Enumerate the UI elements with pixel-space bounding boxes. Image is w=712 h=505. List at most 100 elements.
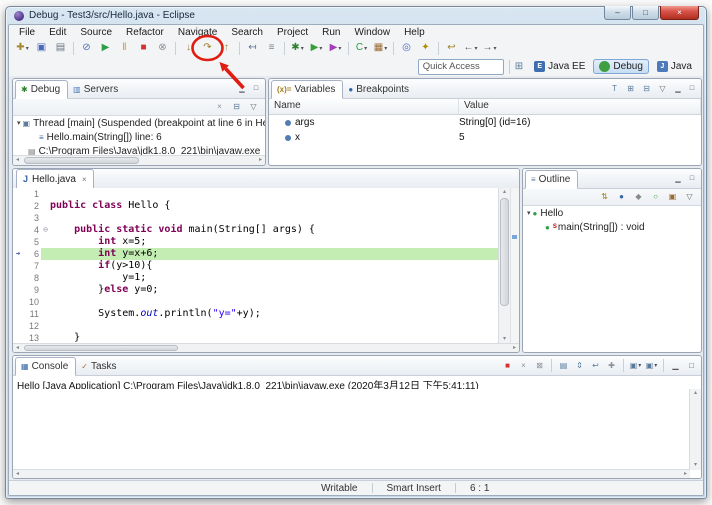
console-vscrollbar[interactable]: ▴ ▾	[689, 389, 701, 470]
tab-breakpoints[interactable]: ●Breakpoints	[343, 81, 416, 98]
maximize-button[interactable]: □	[632, 6, 659, 20]
disconnect-icon[interactable]: ⊗	[153, 40, 172, 56]
tab-servers[interactable]: ▥Servers	[68, 81, 125, 98]
marker-bar[interactable]: ➔	[13, 248, 23, 260]
code-line-8[interactable]: 8 y=1;	[13, 272, 498, 284]
marker-bar[interactable]	[13, 188, 23, 200]
tab-console[interactable]: ▦Console	[15, 357, 76, 376]
minimize-view-icon[interactable]: ▁	[668, 360, 683, 372]
new-wizard-icon[interactable]: ✚▾	[13, 40, 32, 56]
code-line-6[interactable]: ➔6 int y=x+6;	[13, 248, 498, 260]
marker-bar[interactable]	[13, 296, 23, 308]
scroll-right-icon[interactable]: ▸	[256, 156, 265, 165]
code-line-12[interactable]: 12	[13, 320, 498, 332]
maximize-view-icon[interactable]: □	[250, 83, 262, 94]
code-line-10[interactable]: 10	[13, 296, 498, 308]
overview-ruler[interactable]	[510, 188, 519, 344]
minimize-view-icon[interactable]: ▁	[236, 83, 248, 94]
code-line-4[interactable]: 4⊖ public static void main(String[] args…	[13, 224, 498, 236]
remove-all-launches-icon[interactable]: ⊠	[532, 360, 547, 372]
perspective-java-ee[interactable]: EJava EE	[528, 59, 591, 74]
scroll-lock-icon[interactable]: ⇕	[572, 360, 587, 372]
open-perspective-icon[interactable]: ⊞	[515, 61, 523, 72]
remove-all-terminated-icon[interactable]: ×	[212, 101, 227, 113]
marker-bar[interactable]	[13, 200, 23, 212]
clear-console-icon[interactable]: ▤	[556, 360, 571, 372]
code-line-2[interactable]: 2public class Hello {	[13, 200, 498, 212]
minimize-button[interactable]: –	[604, 6, 631, 20]
maximize-view-icon[interactable]: □	[686, 173, 698, 184]
scroll-down-icon[interactable]: ▾	[690, 461, 701, 470]
java-search-icon[interactable]: ✦	[416, 40, 435, 56]
new-java-package-icon[interactable]: ▦▾	[371, 40, 390, 56]
code-line-9[interactable]: 9 }else y=0;	[13, 284, 498, 296]
step-into-icon[interactable]: ↓	[179, 40, 198, 56]
code-area[interactable]: 12public class Hello {34⊖ public static …	[13, 188, 498, 344]
back-icon[interactable]: ←▾	[461, 40, 480, 56]
tab-outline[interactable]: ≡Outline	[525, 170, 578, 189]
scroll-up-icon[interactable]: ▴	[690, 389, 701, 398]
menu-refactor[interactable]: Refactor	[119, 26, 171, 39]
marker-bar[interactable]	[13, 224, 23, 236]
word-wrap-icon[interactable]: ↩	[588, 360, 603, 372]
quick-access-input[interactable]: Quick Access	[418, 59, 504, 75]
tab-tasks[interactable]: ✓Tasks	[76, 358, 123, 375]
scrollbar-thumb[interactable]	[500, 198, 509, 306]
hide-fields-icon[interactable]: ●	[614, 191, 629, 203]
step-over-icon[interactable]: ↷	[198, 40, 217, 56]
editor-vscrollbar[interactable]: ▴ ▾	[498, 188, 510, 344]
menu-run[interactable]: Run	[315, 26, 347, 39]
display-selected-console-icon[interactable]: ▣▾	[628, 360, 643, 372]
code-line-1[interactable]: 1	[13, 188, 498, 200]
menu-search[interactable]: Search	[224, 26, 270, 39]
code-line-7[interactable]: 7 if(y>10){	[13, 260, 498, 272]
expander-icon[interactable]: ▾	[17, 119, 21, 127]
scroll-right-icon[interactable]: ▸	[681, 470, 690, 478]
step-return-icon[interactable]: ↑	[217, 40, 236, 56]
tree-item[interactable]: ●Smain(String[]) : void	[523, 220, 701, 234]
minimize-view-icon[interactable]: ▁	[672, 173, 684, 184]
hide-static-members-icon[interactable]: ◆	[631, 191, 646, 203]
menu-edit[interactable]: Edit	[42, 26, 73, 39]
tab-variables[interactable]: (x)=Variables	[271, 80, 343, 99]
title-bar[interactable]: Debug - Test3/src/Hello.java - Eclipse	[6, 7, 706, 24]
menu-project[interactable]: Project	[270, 26, 315, 39]
scrollbar-thumb[interactable]	[24, 345, 178, 351]
tab-hello-java[interactable]: JHello.java×	[16, 169, 94, 189]
console-output[interactable]: ▴ ▾ ◂ ▸	[13, 389, 701, 478]
fold-collapse-icon[interactable]: ⊖	[43, 225, 48, 234]
perspective-debug[interactable]: Debug	[593, 59, 648, 74]
maximize-view-icon[interactable]: □	[684, 360, 699, 372]
close-button[interactable]: ×	[660, 6, 699, 20]
view-menu-icon[interactable]: ▽	[655, 83, 670, 95]
variable-row[interactable]: argsString[0] (id=16)	[269, 115, 701, 130]
drop-to-frame-icon[interactable]: ↤	[243, 40, 262, 56]
variable-row[interactable]: x5	[269, 130, 701, 145]
menu-window[interactable]: Window	[347, 26, 397, 39]
scrollbar-thumb[interactable]	[24, 157, 139, 164]
tab-debug[interactable]: ✱Debug	[15, 80, 68, 99]
maximize-view-icon[interactable]: □	[686, 83, 698, 94]
view-menu-icon[interactable]: ▽	[246, 101, 261, 113]
menu-help[interactable]: Help	[397, 26, 432, 39]
new-java-class-icon[interactable]: C▾	[352, 40, 371, 56]
hide-non-public-icon[interactable]: ○	[648, 191, 663, 203]
tree-item[interactable]: ≡Hello.main(String[]) line: 6	[13, 130, 265, 144]
perspective-java[interactable]: JJava	[651, 59, 698, 74]
save-icon[interactable]: ▣	[32, 40, 51, 56]
open-type-icon[interactable]: ◎	[397, 40, 416, 56]
marker-bar[interactable]	[13, 284, 23, 296]
debug-launch-icon[interactable]: ✱▾	[288, 40, 307, 56]
collapse-all-icon[interactable]: ⊟	[229, 101, 244, 113]
code-line-11[interactable]: 11 System.out.println("y="+y);	[13, 308, 498, 320]
marker-bar[interactable]	[13, 272, 23, 284]
terminate-icon[interactable]: ■	[134, 40, 153, 56]
tree-item[interactable]: ▾▣Thread [main] (Suspended (breakpoint a…	[13, 116, 265, 130]
print-icon[interactable]: ▤	[51, 40, 70, 56]
view-menu-icon[interactable]: ▽	[682, 191, 697, 203]
open-console-icon[interactable]: ▣▾	[644, 360, 659, 372]
menu-file[interactable]: File	[12, 26, 42, 39]
code-line-3[interactable]: 3	[13, 212, 498, 224]
hide-local-types-icon[interactable]: ▣	[665, 191, 680, 203]
column-header-value[interactable]: Value	[459, 99, 701, 114]
